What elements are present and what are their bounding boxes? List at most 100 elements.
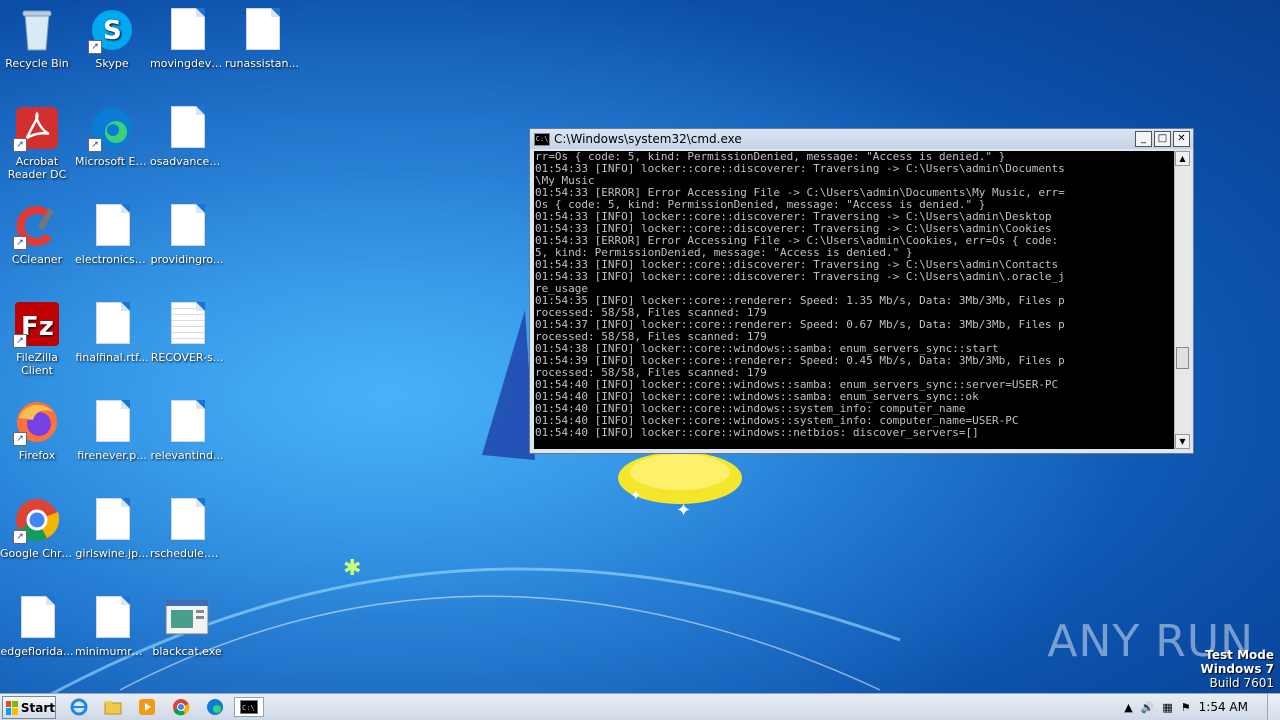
cmd-titlebar[interactable]: C:\ C:\Windows\system32\cmd.exe _ □ ✕: [530, 129, 1193, 149]
svg-text:✦: ✦: [630, 488, 642, 504]
file-icon: [88, 300, 136, 348]
close-button[interactable]: ✕: [1173, 131, 1190, 147]
scroll-down-button[interactable]: ▼: [1175, 434, 1190, 449]
desktop-icon[interactable]: movingdeve...: [150, 6, 224, 70]
media-player-icon[interactable]: [136, 697, 158, 717]
shortcut-arrow-icon: ↗: [13, 236, 27, 250]
file-icon: [163, 398, 211, 446]
explorer-icon[interactable]: [102, 697, 124, 717]
edge-icon: ↗: [88, 104, 136, 152]
scroll-up-button[interactable]: ▲: [1175, 151, 1190, 166]
action-center-flag-icon[interactable]: ⚑: [1181, 701, 1191, 714]
test-mode-notice: Test Mode Windows 7 Build 7601: [1201, 648, 1274, 690]
desktop-icon[interactable]: S ↗ Skype: [75, 6, 149, 70]
desktop-icon[interactable]: finalfinal.rtf...: [75, 300, 149, 364]
desktop-icon-label: girlswine.jp...: [75, 547, 149, 560]
start-label: Start: [20, 700, 55, 715]
test-mode-line1: Test Mode: [1205, 648, 1274, 662]
svg-text:✱: ✱: [343, 556, 361, 581]
scroll-thumb[interactable]: [1176, 347, 1189, 369]
vertical-scrollbar[interactable]: ▲ ▼: [1174, 151, 1190, 449]
file-icon: [13, 594, 61, 642]
desktop-icon[interactable]: RECOVER-s...: [150, 300, 224, 364]
shortcut-arrow-icon: ↗: [88, 40, 102, 54]
desktop-icon[interactable]: Fz ↗ FileZilla Client: [0, 300, 74, 377]
desktop-icon-label: RECOVER-s...: [150, 351, 224, 364]
desktop-icon-label: runassistan...: [225, 57, 299, 70]
desktop-icon-label: firenever.p...: [77, 449, 147, 462]
desktop-icon[interactable]: providingro...: [150, 202, 224, 266]
skype-icon: S ↗: [88, 6, 136, 54]
recycle-bin-icon: [13, 6, 61, 54]
desktop-icon-label: Microsoft Edge: [75, 155, 149, 168]
desktop-icon[interactable]: electronicsp...: [75, 202, 149, 266]
desktop-icon[interactable]: edgeflorida...: [0, 594, 74, 658]
cmd-taskbar-button[interactable]: C:\: [234, 697, 264, 717]
cmd-icon: C:\: [534, 132, 550, 146]
desktop-icon-label: edgeflorida...: [0, 645, 74, 658]
desktop-icon[interactable]: ↗ Firefox: [0, 398, 74, 462]
desktop-icon-label: providingro...: [150, 253, 224, 266]
network-icon[interactable]: ▦: [1162, 701, 1172, 714]
firefox-icon: ↗: [13, 398, 61, 446]
edge-icon[interactable]: [204, 697, 226, 717]
file-icon: [163, 496, 211, 544]
file-icon: [88, 594, 136, 642]
desktop-icon-label: Firefox: [18, 449, 56, 462]
file-icon: [163, 202, 211, 250]
desktop-icon[interactable]: Recycle Bin: [0, 6, 74, 70]
desktop-icon[interactable]: ↗ CCleaner: [0, 202, 74, 266]
shortcut-arrow-icon: ↗: [88, 138, 102, 152]
desktop-icon-label: blackcat.exe: [152, 645, 222, 658]
file-icon: [88, 398, 136, 446]
ccleaner-icon: ↗: [13, 202, 61, 250]
file-icon: [163, 6, 211, 54]
text-file-icon: [163, 300, 211, 348]
desktop-icon-label: Skype: [95, 57, 129, 70]
filezilla-icon: Fz ↗: [13, 300, 61, 348]
clock[interactable]: 1:54 AM: [1199, 700, 1248, 714]
file-icon: [88, 496, 136, 544]
windows-flag-icon: [6, 700, 18, 715]
svg-text:✦: ✦: [676, 500, 691, 521]
desktop-icon[interactable]: runassistan...: [225, 6, 299, 70]
desktop-icon-label: Acrobat Reader DC: [7, 155, 67, 181]
ie-icon[interactable]: [68, 697, 90, 717]
desktop-icon-label: rschedule.p...: [150, 547, 224, 560]
maximize-button[interactable]: □: [1154, 131, 1171, 147]
test-mode-line3: Build 7601: [1209, 676, 1274, 690]
chrome-icon: ↗: [13, 496, 61, 544]
acrobat-icon: ↗: [13, 104, 61, 152]
desktop-icon[interactable]: minimumrest...: [75, 594, 149, 658]
svg-text:S: S: [103, 16, 122, 46]
taskbar: Start C:\ ▲ 🔊 ▦ ⚑ 1:54 AM: [0, 693, 1280, 720]
desktop-icon[interactable]: rschedule.p...: [150, 496, 224, 560]
shortcut-arrow-icon: ↗: [13, 334, 27, 348]
console-output[interactable]: rr=Os { code: 5, kind: PermissionDenied,…: [534, 151, 1174, 449]
desktop-icon-label: osadvanced...: [150, 155, 224, 168]
desktop-icon[interactable]: blackcat.exe: [150, 594, 224, 658]
desktop-icon-label: finalfinal.rtf...: [75, 351, 149, 364]
desktop-icon[interactable]: relevantind...: [150, 398, 224, 462]
cmd-window[interactable]: C:\ C:\Windows\system32\cmd.exe _ □ ✕ rr…: [529, 128, 1194, 454]
desktop-icon[interactable]: ↗ Google Chrome: [0, 496, 74, 560]
desktop-icon-label: electronicsp...: [75, 253, 149, 266]
window-title: C:\Windows\system32\cmd.exe: [554, 132, 742, 146]
minimize-button[interactable]: _: [1135, 131, 1152, 147]
show-hidden-icons-icon[interactable]: ▲: [1124, 701, 1132, 714]
desktop-icon[interactable]: ↗ Microsoft Edge: [75, 104, 149, 168]
show-desktop-button[interactable]: [1267, 694, 1280, 720]
desktop-icon[interactable]: girlswine.jp...: [75, 496, 149, 560]
desktop-icon-label: relevantind...: [150, 449, 224, 462]
chrome-icon[interactable]: [170, 697, 192, 717]
file-icon: [163, 104, 211, 152]
console-line: 01:54:33 [INFO] locker::core::discoverer…: [535, 270, 1065, 283]
test-mode-line2: Windows 7: [1200, 662, 1274, 676]
desktop-icon[interactable]: firenever.p...: [75, 398, 149, 462]
volume-icon[interactable]: 🔊: [1141, 701, 1155, 714]
start-button[interactable]: Start: [2, 696, 56, 719]
shortcut-arrow-icon: ↗: [13, 530, 27, 544]
desktop-icon[interactable]: osadvanced...: [150, 104, 224, 168]
desktop-icon[interactable]: ↗ Acrobat Reader DC: [0, 104, 74, 181]
desktop-icon-label: Google Chrome: [0, 547, 74, 560]
